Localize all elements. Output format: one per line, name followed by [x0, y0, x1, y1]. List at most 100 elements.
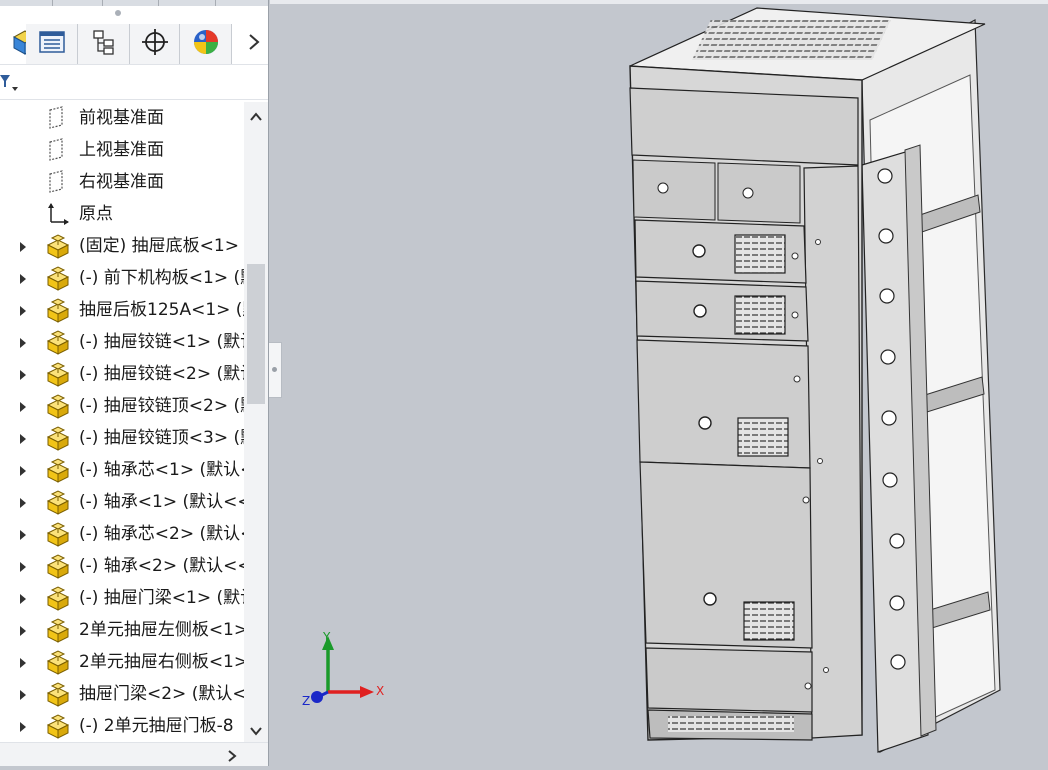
expand-arrow-icon[interactable] [18, 623, 28, 637]
tree-vertical-scrollbar[interactable] [244, 102, 268, 742]
expand-arrow-icon[interactable] [18, 271, 28, 285]
tree-item-label: (-) 抽屉铰链<2> (默认 [79, 364, 244, 384]
scroll-down-icon[interactable] [249, 722, 263, 741]
expand-arrow-icon[interactable] [18, 335, 28, 349]
tree-item[interactable]: 原点 [0, 198, 244, 230]
crosshair-icon [141, 28, 169, 60]
scroll-up-icon[interactable] [249, 108, 263, 127]
tree-item-label: (-) 抽屉门梁<1> (默认 [79, 588, 244, 608]
appearance-sphere-icon [191, 27, 221, 61]
tree-item-label: 前视基准面 [79, 108, 164, 128]
part-icon [44, 618, 72, 643]
expand-arrow-icon[interactable] [18, 527, 28, 541]
plane-icon [44, 106, 72, 130]
expand-arrow-icon[interactable] [18, 719, 28, 733]
part-icon [44, 330, 72, 355]
tab-display-manager[interactable] [180, 24, 232, 64]
tree-item[interactable]: 2单元抽屉左侧板<1> [0, 614, 244, 646]
tree-item-label: 右视基准面 [79, 172, 164, 192]
tree-item-label: (-) 前下机构板<1> (默 [79, 268, 244, 288]
part-icon [44, 426, 72, 451]
part-icon [44, 266, 72, 291]
property-manager-icon [38, 30, 66, 58]
tree-item-label: (-) 轴承<2> (默认<< [79, 556, 244, 576]
chevron-right-icon [247, 32, 261, 56]
tab-dimxpert-manager[interactable] [130, 24, 180, 64]
feature-manager-panel: 前视基准面上视基准面右视基准面原点 (固定) 抽屉底板<1> ( (-) 前下机构板… [0, 0, 269, 766]
tree-item[interactable]: (-) 前下机构板<1> (默 [0, 262, 244, 294]
graphics-viewport[interactable]: Y X Z [270, 0, 1048, 766]
more-tabs-button[interactable] [240, 24, 268, 64]
tree-item-label: 抽屉后板125A<1> (默 [79, 300, 244, 320]
part-icon [44, 234, 72, 259]
part-icon [44, 490, 72, 515]
tree-item-label: 2单元抽屉左侧板<1> [79, 620, 244, 640]
part-icon [44, 522, 72, 547]
tree-item[interactable]: (-) 抽屉铰链<2> (默认 [0, 358, 244, 390]
scroll-thumb[interactable] [247, 264, 265, 404]
part-icon [44, 650, 72, 675]
tree-item[interactable]: (-) 轴承<2> (默认<< [0, 550, 244, 582]
part-icon [44, 586, 72, 611]
tree-item[interactable]: 抽屉门梁<2> (默认< [0, 678, 244, 710]
expand-arrow-icon[interactable] [18, 239, 28, 253]
expand-arrow-icon[interactable] [18, 431, 28, 445]
configuration-manager-icon [90, 28, 118, 60]
tree-item[interactable]: (-) 2单元抽屉门板-8 [0, 710, 244, 742]
tree-item-label: (-) 轴承芯<1> (默认< [79, 460, 244, 480]
tree-item-label: (-) 轴承<1> (默认<< [79, 492, 244, 512]
tree-item[interactable]: 前视基准面 [0, 102, 244, 134]
tree-item-label: (-) 抽屉铰链顶<2> (默 [79, 396, 244, 416]
tree-item-label: (-) 抽屉铰链顶<3> (默 [79, 428, 244, 448]
axis-x-label: X [376, 684, 385, 698]
filter-icon[interactable] [0, 71, 20, 99]
tree-item[interactable]: (-) 抽屉铰链顶<2> (默 [0, 390, 244, 422]
tab-configuration-manager[interactable] [78, 24, 130, 64]
expand-arrow-icon[interactable] [18, 591, 28, 605]
part-icon [44, 362, 72, 387]
plane-icon [44, 138, 72, 162]
expand-arrow-icon[interactable] [18, 367, 28, 381]
expand-arrow-icon[interactable] [18, 303, 28, 317]
expand-arrow-icon[interactable] [18, 559, 28, 573]
part-icon [44, 458, 72, 483]
part-icon [44, 682, 72, 707]
tree-item-label: (-) 轴承芯<2> (默认< [79, 524, 244, 544]
tree-item-label: (-) 2单元抽屉门板-8 [79, 716, 234, 736]
tree-item[interactable]: 2单元抽屉右侧板<1> [0, 646, 244, 678]
tree-item[interactable]: 上视基准面 [0, 134, 244, 166]
tree-horizontal-scrollbar[interactable] [0, 742, 268, 766]
tab-property-manager[interactable] [26, 24, 78, 64]
expand-arrow-icon[interactable] [18, 687, 28, 701]
tree-item-label: (固定) 抽屉底板<1> ( [79, 236, 244, 256]
tree-item[interactable]: (-) 轴承芯<2> (默认< [0, 518, 244, 550]
top-tab-strip [0, 0, 268, 6]
part-icon [44, 554, 72, 579]
tree-item[interactable]: (-) 抽屉铰链顶<3> (默 [0, 422, 244, 454]
expand-arrow-icon[interactable] [18, 655, 28, 669]
manager-tab-bar [0, 24, 268, 64]
expand-arrow-icon[interactable] [18, 495, 28, 509]
part-icon [44, 714, 72, 739]
feature-tree: 前视基准面上视基准面右视基准面原点 (固定) 抽屉底板<1> ( (-) 前下机构板… [0, 102, 244, 742]
expand-arrow-icon[interactable] [18, 399, 28, 413]
tree-item-label: 原点 [79, 204, 113, 224]
part-icon [44, 298, 72, 323]
tree-item-label: 抽屉门梁<2> (默认< [79, 684, 244, 704]
tree-item-label: (-) 抽屉铰链<1> (默认 [79, 332, 244, 352]
tree-item[interactable]: (-) 抽屉铰链<1> (默认 [0, 326, 244, 358]
tree-item[interactable]: 右视基准面 [0, 166, 244, 198]
axis-y-label: Y [323, 630, 331, 644]
tree-item[interactable]: 抽屉后板125A<1> (默 [0, 294, 244, 326]
panel-grip[interactable] [115, 10, 121, 16]
tree-item[interactable]: (固定) 抽屉底板<1> ( [0, 230, 244, 262]
expand-arrow-icon[interactable] [18, 463, 28, 477]
scroll-right-icon[interactable] [226, 748, 238, 767]
tree-item[interactable]: (-) 轴承<1> (默认<< [0, 486, 244, 518]
tree-item-label: 2单元抽屉右侧板<1> [79, 652, 244, 672]
origin-icon [44, 202, 72, 226]
tree-item[interactable]: (-) 抽屉门梁<1> (默认 [0, 582, 244, 614]
tree-filter-bar [0, 64, 268, 100]
plane-icon [44, 170, 72, 194]
tree-item[interactable]: (-) 轴承芯<1> (默认< [0, 454, 244, 486]
